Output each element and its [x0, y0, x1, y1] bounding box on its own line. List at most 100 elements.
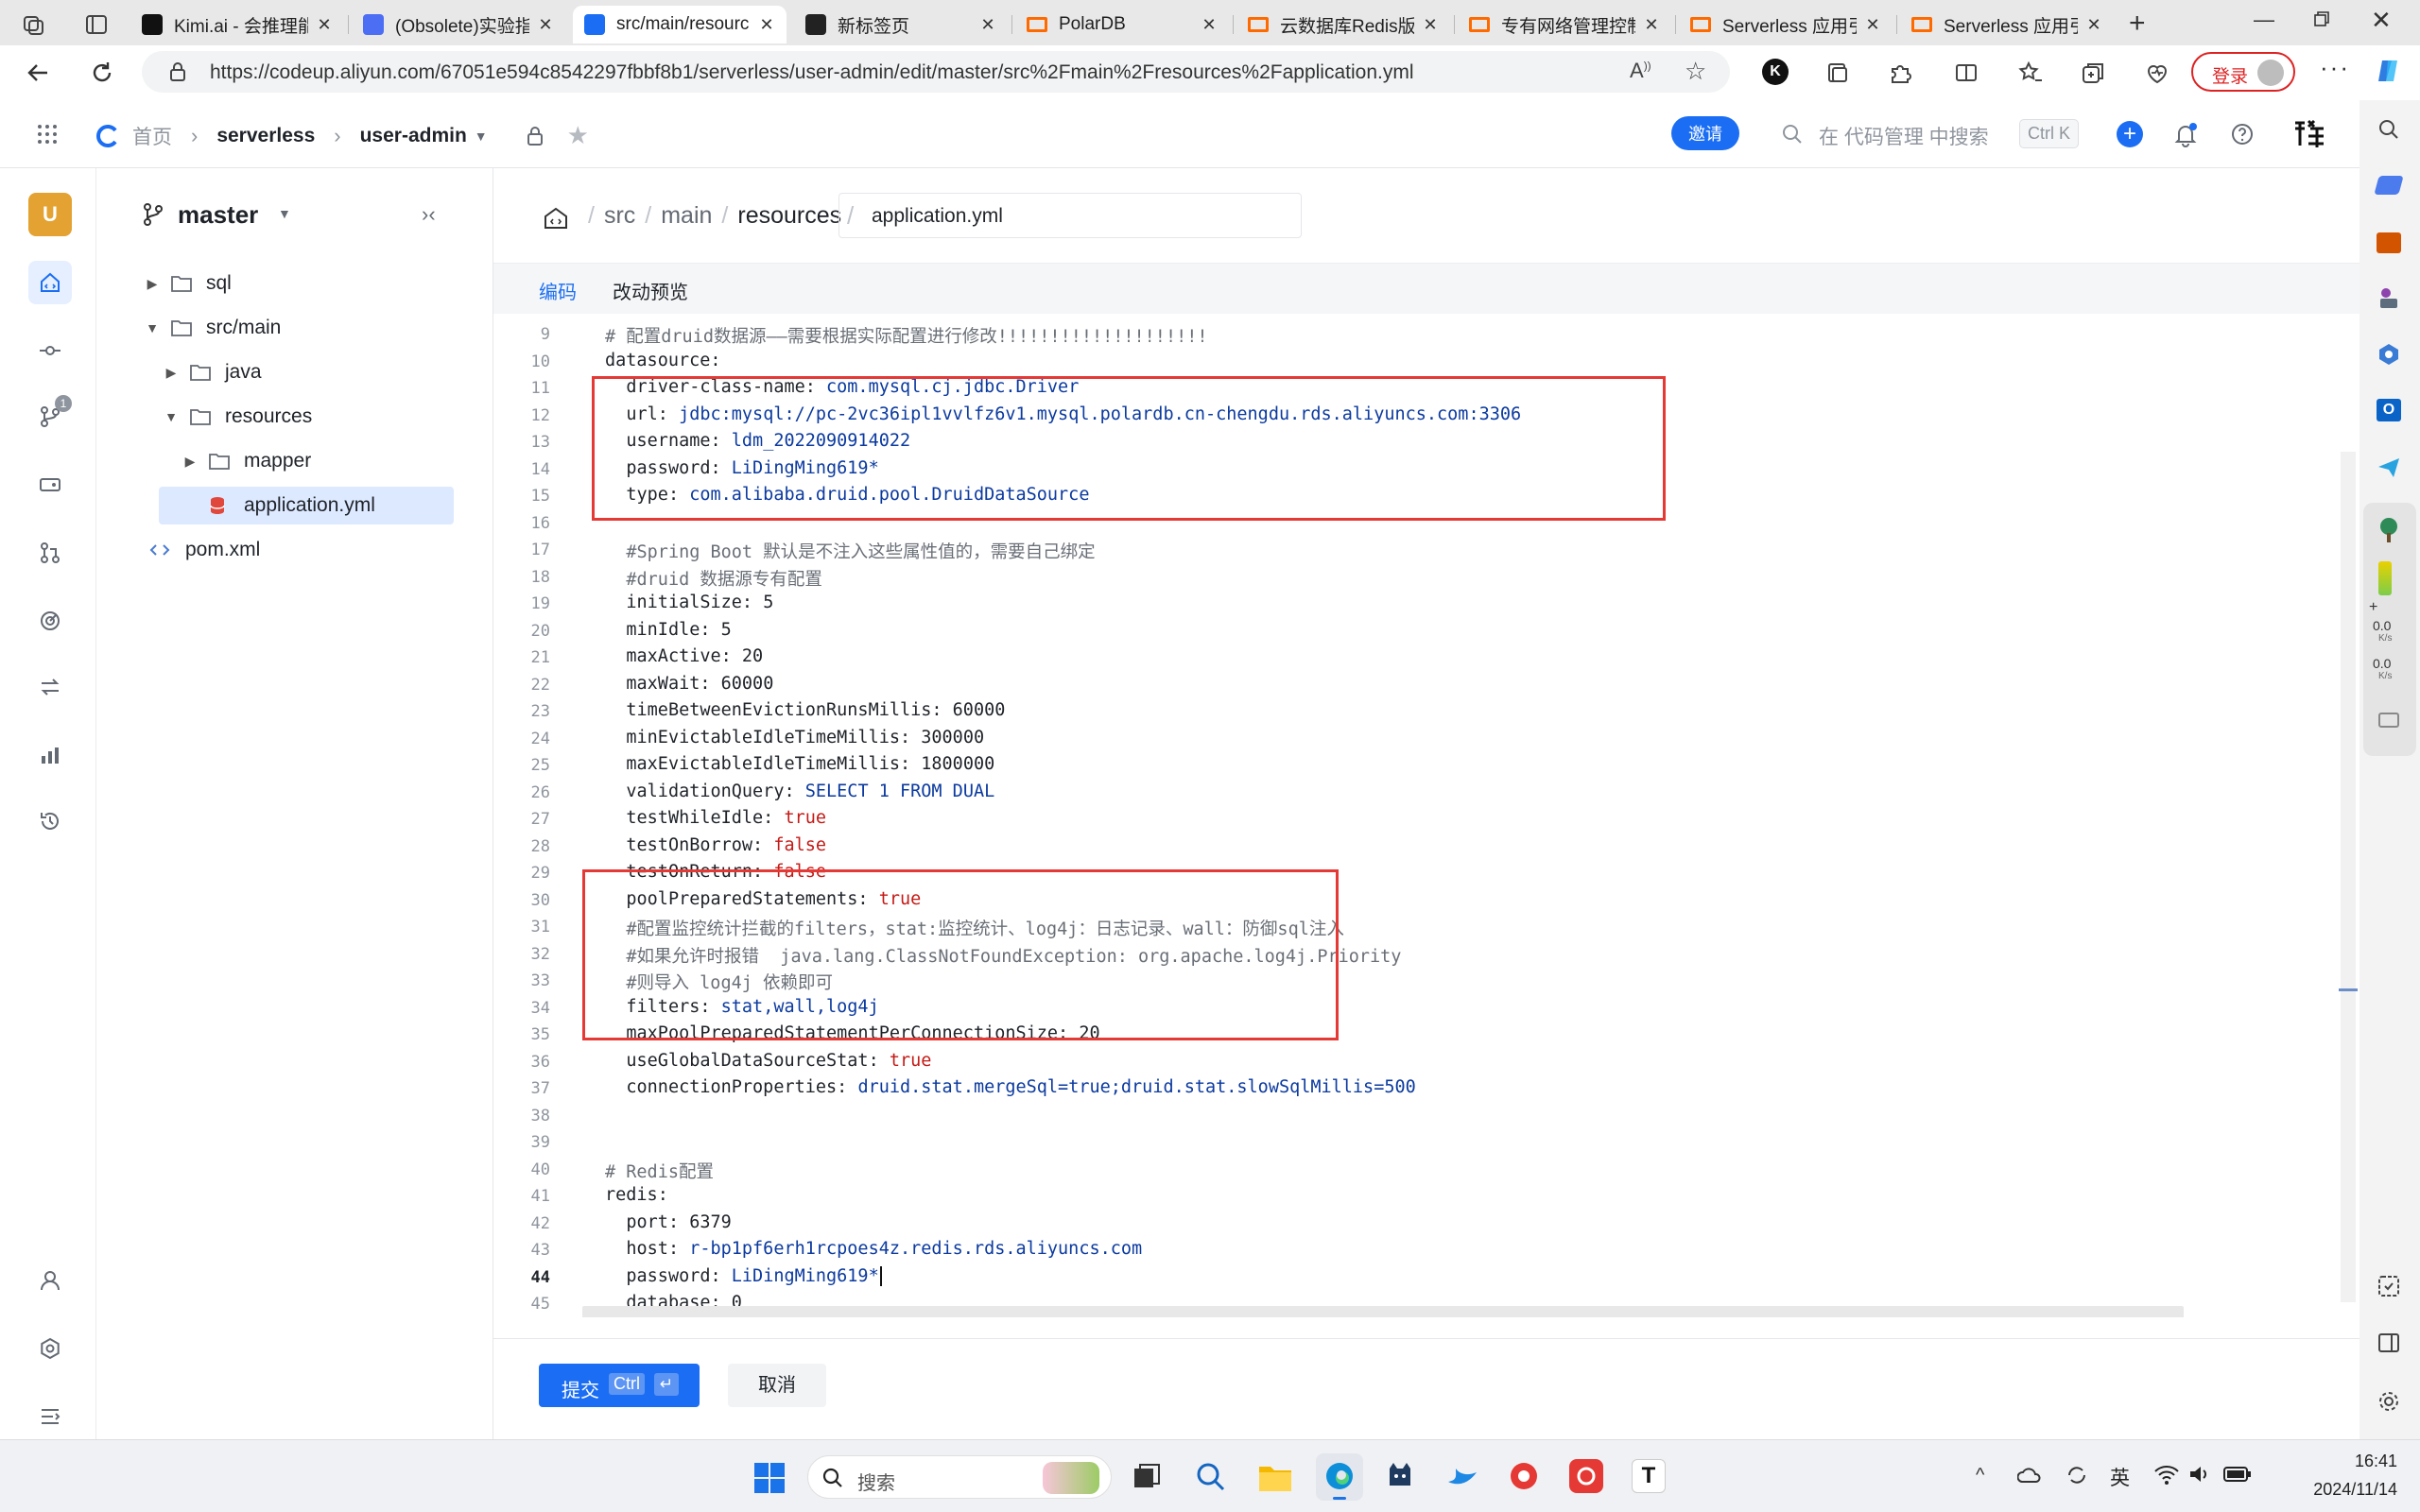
back-icon[interactable] — [23, 58, 53, 88]
login-button[interactable]: 登录 — [2191, 52, 2295, 92]
sidebar-outlook-icon[interactable]: O — [2377, 399, 2401, 421]
code-line[interactable]: maxActive: 20 — [605, 646, 763, 666]
chevron-right-icon[interactable]: ▶ — [161, 365, 182, 381]
horizontal-scrollbar[interactable] — [582, 1306, 2184, 1317]
volume-icon[interactable] — [2187, 1463, 2212, 1486]
breadcrumb-home[interactable]: 首页 — [132, 122, 172, 150]
minimize-button[interactable]: — — [2254, 8, 2274, 32]
url-field[interactable]: https://codeup.aliyun.com/67051e594c8542… — [142, 51, 1730, 93]
wifi-icon[interactable] — [2153, 1463, 2180, 1486]
sidebar-toggle-icon[interactable] — [2377, 1331, 2401, 1355]
code-line[interactable]: #druid 数据源专有配置 — [605, 566, 821, 591]
taskbar-search-app-icon[interactable] — [1195, 1461, 1227, 1493]
breadcrumb-group[interactable]: serverless — [216, 125, 315, 147]
browser-tab[interactable]: PolarDB ✕ — [1015, 6, 1229, 43]
code-line[interactable]: useGlobalDataSourceStat: true — [605, 1051, 931, 1071]
tree-folder[interactable]: ▼ src/main — [142, 309, 281, 347]
chevron-down-icon[interactable]: ▼ — [142, 320, 163, 335]
tree-folder[interactable]: ▼ resources — [161, 398, 312, 436]
extensions-puzzle-icon[interactable] — [1885, 58, 1915, 88]
onedrive-icon[interactable] — [2017, 1465, 2042, 1487]
more-menu-icon[interactable]: ··· — [2320, 53, 2350, 82]
vertical-scrollbar[interactable] — [2341, 452, 2356, 1302]
code-line[interactable]: maxEvictableIdleTimeMillis: 1800000 — [605, 754, 994, 774]
tab-close-icon[interactable]: ✕ — [979, 15, 996, 35]
clock-date[interactable]: 2024/11/14 — [2269, 1480, 2397, 1500]
tree-folder[interactable]: ▶ java — [161, 353, 262, 391]
codeup-logo-icon[interactable] — [95, 123, 121, 149]
lock-icon[interactable] — [168, 61, 187, 82]
sidebar-tools-icon[interactable] — [2377, 232, 2401, 253]
favorite-star-icon[interactable]: ☆ — [1685, 57, 1706, 86]
sidebar-send-icon[interactable] — [2377, 455, 2401, 480]
code-line[interactable]: testWhileIdle: true — [605, 808, 826, 828]
favorites-icon[interactable] — [2015, 58, 2046, 88]
tray-overflow-icon[interactable]: ^ — [1976, 1465, 1984, 1486]
tab-close-icon[interactable]: ✕ — [537, 15, 554, 35]
browser-essentials-icon[interactable] — [2142, 58, 2172, 88]
tree-file[interactable]: pom.xml — [142, 531, 260, 569]
red-app-icon[interactable] — [1507, 1457, 1541, 1495]
window-close-button[interactable]: ✕ — [2371, 6, 2392, 35]
start-icon[interactable] — [752, 1461, 786, 1495]
repo-avatar[interactable]: U — [28, 193, 72, 236]
new-tab-button[interactable]: + — [2129, 8, 2146, 40]
browser-tab[interactable]: src/main/resourc ✕ — [573, 6, 786, 43]
browser-tab[interactable]: 专有网络管理控制 ✕ — [1458, 6, 1671, 43]
browser-tab[interactable]: Kimi.ai - 会推理能 ✕ — [130, 6, 344, 43]
code-line[interactable]: #Spring Boot 默认是不注入这些属性值的，需要自己绑定 — [605, 539, 1095, 563]
netease-music-icon[interactable] — [1569, 1459, 1603, 1493]
workspaces-icon[interactable] — [19, 9, 49, 40]
chevron-right-icon[interactable]: ▶ — [180, 454, 200, 470]
tags-icon[interactable] — [28, 463, 72, 507]
code-line[interactable]: validationQuery: SELECT 1 FROM DUAL — [605, 782, 994, 801]
cat-app-icon[interactable] — [1384, 1459, 1416, 1493]
code-line[interactable]: datasource: — [605, 351, 721, 370]
browser-tab[interactable]: Serverless 应用引 ✕ — [1900, 6, 2114, 43]
sidebar-settings-icon[interactable] — [2377, 1389, 2401, 1414]
repo-dropdown-icon[interactable]: ▼ — [475, 129, 488, 144]
invite-button[interactable]: 邀请 — [1671, 116, 1739, 150]
task-view-icon[interactable] — [1131, 1461, 1163, 1493]
code-line[interactable]: host: r-bp1pf6erh1rcpoes4z.redis.rds.ali… — [605, 1239, 1142, 1259]
branch-selector[interactable]: master — [178, 200, 258, 230]
code-line[interactable]: password: LiDingMing619*​ — [605, 1265, 882, 1286]
code-editor[interactable]: 9 # 配置druid数据源——需要根据实际配置进行修改!!!!!!!!!!!!!… — [493, 319, 2360, 1317]
tab-close-icon[interactable]: ✕ — [758, 15, 775, 35]
split-screen-icon[interactable] — [1951, 58, 1981, 88]
sidebar-tag-icon[interactable] — [2374, 176, 2404, 195]
tab-preview-changes[interactable]: 改动预览 — [613, 277, 688, 304]
path-segment[interactable]: main — [661, 202, 712, 230]
collections-ext-icon[interactable] — [1823, 58, 1853, 88]
compare-icon[interactable] — [28, 665, 72, 709]
repo-star-icon[interactable]: ★ — [567, 121, 589, 150]
history-icon[interactable] — [28, 799, 72, 843]
camera-icon[interactable] — [2378, 713, 2399, 728]
code-line[interactable]: initialSize: 5 — [605, 593, 773, 612]
sidebar-games-icon[interactable] — [2377, 285, 2401, 310]
browser-tab[interactable]: 新标签页 ✕ — [794, 6, 1008, 43]
tab-close-icon[interactable]: ✕ — [1201, 15, 1218, 35]
code-line[interactable]: # Redis配置 — [605, 1159, 714, 1183]
chevron-right-icon[interactable]: ▶ — [142, 276, 163, 292]
code-line[interactable]: testOnBorrow: false — [605, 835, 826, 855]
collapse-tree-icon[interactable]: ›‹ — [422, 202, 436, 227]
read-aloud-icon[interactable]: A)) — [1630, 59, 1651, 83]
path-segment[interactable]: src — [604, 202, 635, 230]
tab-close-icon[interactable]: ✕ — [316, 15, 333, 35]
sidebar-screenshot-icon[interactable] — [2377, 1274, 2401, 1298]
tree-folder[interactable]: ▶ mapper — [180, 442, 312, 480]
code-line[interactable]: connectionProperties: druid.stat.mergeSq… — [605, 1077, 1415, 1097]
code-home-icon[interactable] — [28, 261, 72, 304]
browser-tab[interactable]: (Obsolete)实验指 ✕ — [352, 6, 565, 43]
path-segment[interactable]: resources — [737, 202, 841, 230]
settings-icon[interactable] — [28, 1327, 72, 1370]
user-avatar[interactable] — [2291, 117, 2329, 151]
reload-icon[interactable] — [87, 58, 117, 88]
extension-k-icon[interactable]: K — [1762, 59, 1789, 85]
browser-tab[interactable]: Serverless 应用引 ✕ — [1679, 6, 1893, 43]
battery-icon[interactable] — [2223, 1465, 2252, 1484]
notification-bell-icon[interactable] — [2172, 121, 2199, 147]
chevron-down-icon[interactable]: ▼ — [161, 409, 182, 424]
restore-button[interactable] — [2312, 9, 2331, 28]
